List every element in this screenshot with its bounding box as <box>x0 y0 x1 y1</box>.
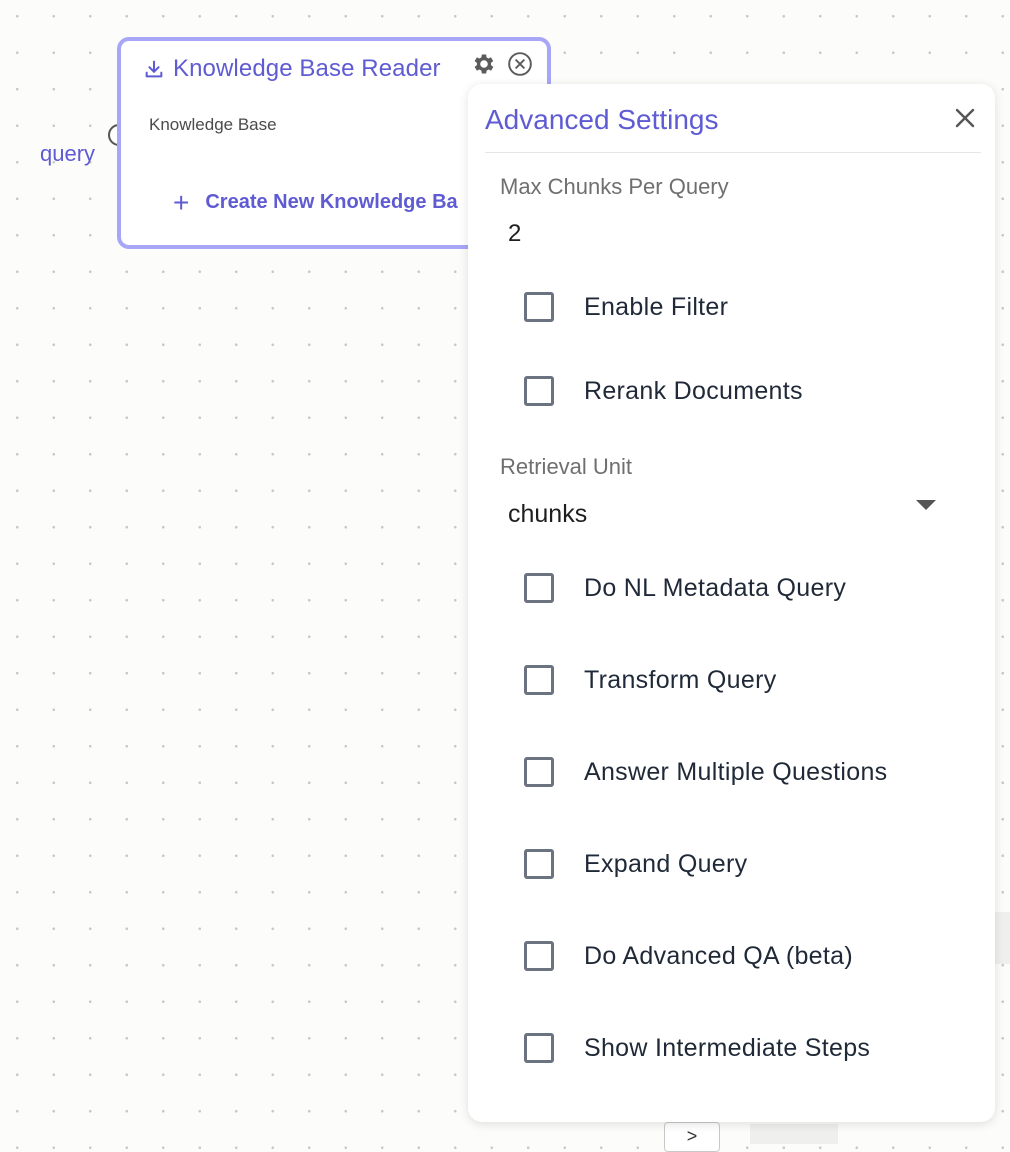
checkbox-box[interactable] <box>524 941 554 971</box>
max-chunks-label: Max Chunks Per Query <box>500 174 729 199</box>
checkbox-label: Enable Filter <box>584 292 729 321</box>
checkbox-label: Show Intermediate Steps <box>584 1033 871 1062</box>
advanced-settings-panel: Advanced Settings Max Chunks Per Query E… <box>468 84 995 1122</box>
close-icon[interactable] <box>953 106 977 130</box>
retrieval-unit-label: Retrieval Unit <box>500 454 633 479</box>
panel-divider <box>485 152 981 153</box>
checkbox-box[interactable] <box>524 573 554 603</box>
close-circle-icon[interactable] <box>507 51 533 77</box>
checkbox-box[interactable] <box>524 292 554 322</box>
plus-icon: + <box>173 186 190 218</box>
checkbox-box[interactable] <box>524 1033 554 1063</box>
checkbox-label: Transform Query <box>584 665 777 694</box>
show-intermediate-steps-checkbox[interactable]: Show Intermediate Steps <box>524 1030 870 1066</box>
nl-metadata-query-checkbox[interactable]: Do NL Metadata Query <box>524 570 846 606</box>
expand-query-checkbox[interactable]: Expand Query <box>524 846 747 882</box>
checkbox-box[interactable] <box>524 849 554 879</box>
checkbox-label: Rerank Documents <box>584 376 803 405</box>
transform-query-checkbox[interactable]: Transform Query <box>524 662 777 698</box>
create-knowledge-base-button[interactable]: + Create New Knowledge Ba <box>173 186 458 218</box>
panel-title: Advanced Settings <box>485 104 719 135</box>
checkbox-label: Expand Query <box>584 849 748 878</box>
knowledge-base-field-label: Knowledge Base <box>149 115 277 134</box>
download-icon <box>143 58 165 80</box>
retrieval-unit-select[interactable]: chunks <box>500 494 940 536</box>
answer-multiple-questions-checkbox[interactable]: Answer Multiple Questions <box>524 754 887 790</box>
input-port-label: query <box>40 141 96 166</box>
canvas-bottom-block <box>750 1124 838 1144</box>
checkbox-box[interactable] <box>524 376 554 406</box>
node-header: Knowledge Base Reader <box>143 55 441 83</box>
gear-icon[interactable] <box>471 51 497 77</box>
enable-filter-checkbox[interactable]: Enable Filter <box>524 289 728 325</box>
retrieval-unit-value: chunks <box>508 500 588 528</box>
checkbox-box[interactable] <box>524 757 554 787</box>
create-knowledge-base-label: Create New Knowledge Ba <box>205 191 458 213</box>
checkbox-label: Do NL Metadata Query <box>584 573 847 602</box>
checkbox-label: Do Advanced QA (beta) <box>584 941 853 970</box>
max-chunks-input[interactable] <box>500 216 950 252</box>
caret-down-icon <box>916 500 936 510</box>
advanced-qa-checkbox[interactable]: Do Advanced QA (beta) <box>524 938 853 974</box>
checkbox-label: Answer Multiple Questions <box>584 757 888 786</box>
canvas-bottom-button[interactable]: > <box>664 1122 720 1152</box>
node-actions <box>471 51 533 77</box>
rerank-documents-checkbox[interactable]: Rerank Documents <box>524 373 803 409</box>
checkbox-box[interactable] <box>524 665 554 695</box>
node-title: Knowledge Base Reader <box>173 55 441 82</box>
